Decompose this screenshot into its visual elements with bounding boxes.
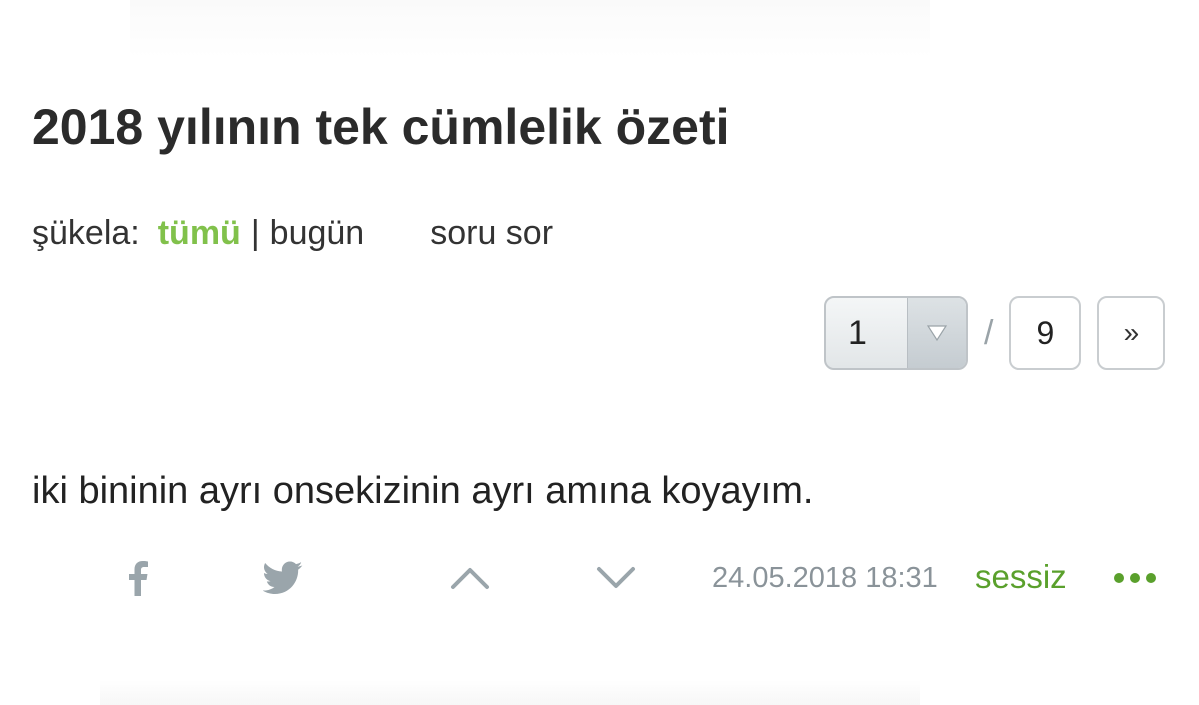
pagination: 1 / 9 » (824, 296, 1166, 370)
page: 2018 yılının tek cümlelik özeti şükela: … (0, 0, 1199, 705)
more-dots-icon[interactable] (1112, 556, 1158, 600)
current-page-value: 1 (848, 313, 867, 352)
filter-today-link[interactable]: bugün (270, 214, 365, 253)
entry-footer: 24.05.2018 18:31 sessiz (0, 548, 1199, 608)
faded-previous-content (130, 0, 930, 58)
entry-content: iki bininin ayrı onsekizinin ayrı amına … (32, 470, 814, 512)
page-select-dropdown[interactable]: 1 (824, 296, 968, 370)
filter-label: şükela: (32, 214, 140, 252)
ask-question-link[interactable]: soru sor (430, 214, 553, 253)
filter-all-link[interactable]: tümü (158, 214, 241, 253)
chevron-up-icon[interactable] (448, 556, 492, 600)
dropdown-arrow-icon[interactable] (907, 298, 966, 368)
next-page-button[interactable]: » (1097, 296, 1166, 370)
entry-author[interactable]: sessiz (975, 558, 1067, 596)
twitter-icon[interactable] (262, 556, 304, 600)
facebook-icon[interactable] (124, 556, 152, 600)
faded-next-content (100, 680, 920, 705)
topic-title[interactable]: 2018 yılının tek cümlelik özeti (32, 98, 730, 156)
entry-date[interactable]: 24.05.2018 18:31 (712, 562, 938, 595)
topic-filters: şükela: tümü | bugün soru sor (32, 214, 553, 253)
chevron-down-icon[interactable] (594, 556, 638, 600)
pager-separator: / (984, 313, 994, 352)
last-page-button[interactable]: 9 (1009, 296, 1082, 370)
filter-separator: | (250, 214, 260, 252)
